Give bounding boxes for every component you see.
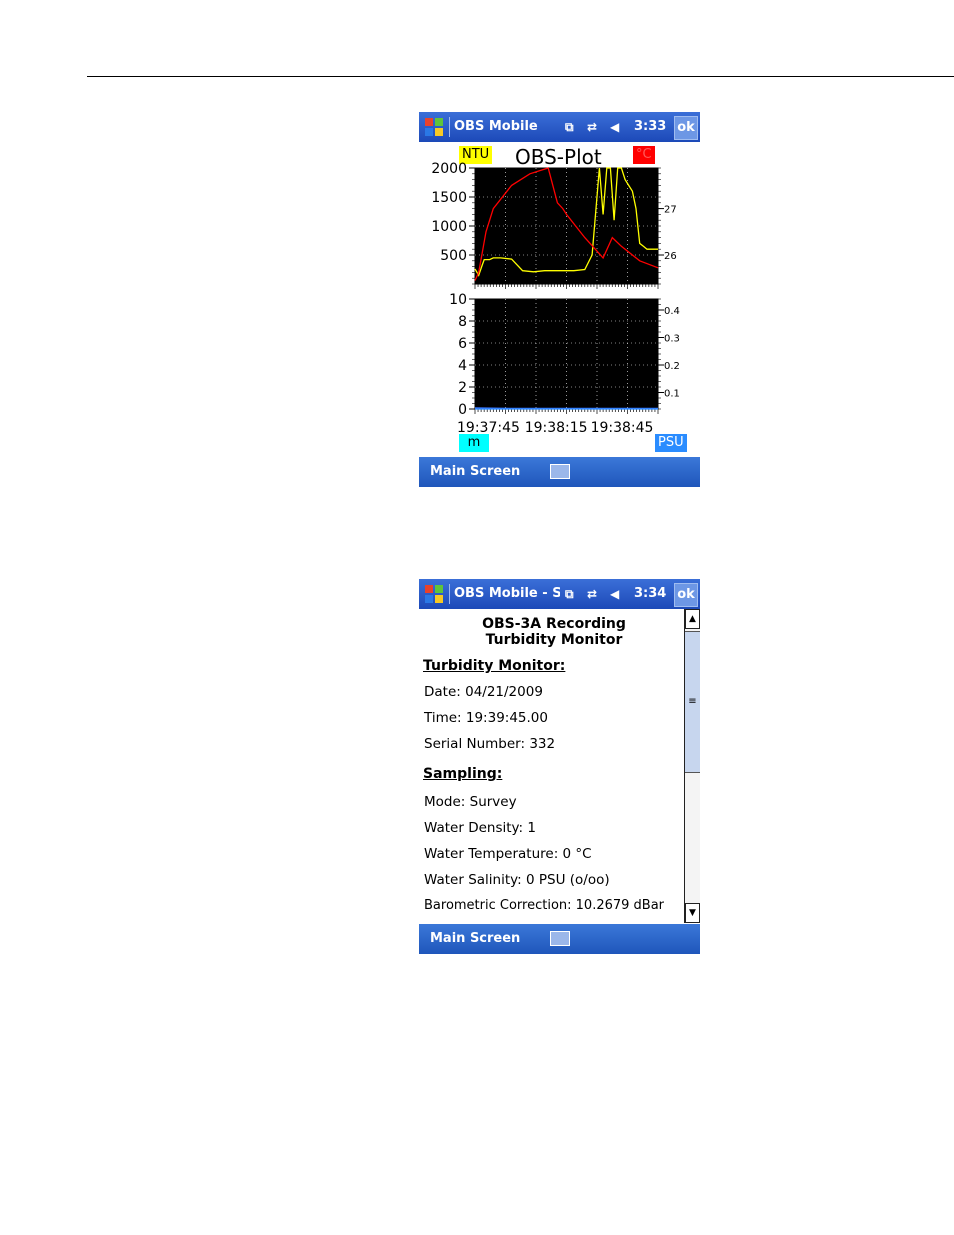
- y-tick-label-left: 6: [458, 336, 467, 352]
- keyboard-icon[interactable]: [550, 931, 570, 946]
- status-separator: [449, 584, 450, 604]
- scroll-down-icon[interactable]: ▼: [685, 903, 700, 923]
- keyboard-icon[interactable]: [550, 464, 570, 479]
- y-tick-label-right: 0.4: [664, 306, 680, 317]
- plot-area-0: [474, 167, 659, 285]
- y-tick-label-left: 2: [458, 380, 467, 396]
- series-m: [474, 407, 658, 410]
- ok-button[interactable]: ok: [674, 116, 698, 140]
- y-tick-label-left: 8: [458, 314, 467, 330]
- scroll-thumb[interactable]: ≡: [685, 631, 700, 773]
- date-line: Date: 04/21/2009: [424, 684, 543, 700]
- barometric-line: Barometric Correction: 10.2679 dBar: [424, 898, 665, 913]
- scrollbar[interactable]: ▲ ≡ ▼: [684, 609, 700, 923]
- time-line: Time: 19:39:45.00: [424, 710, 548, 726]
- ok-button[interactable]: ok: [674, 583, 698, 607]
- y-tick-label-left: 500: [440, 248, 467, 264]
- header-line-1: OBS-3A Recording: [482, 616, 626, 632]
- scroll-up-icon[interactable]: ▲: [685, 609, 700, 629]
- density-line: Water Density: 1: [424, 820, 536, 836]
- section-sampling: Sampling:: [423, 766, 503, 782]
- main-screen-button[interactable]: Main Screen: [430, 464, 520, 479]
- y-tick-label-left: 4: [458, 358, 467, 374]
- salinity-line: Water Salinity: 0 PSU (o/oo): [424, 872, 610, 888]
- y-tick-label-left: 0: [458, 402, 467, 418]
- y-tick-label-left: 2000: [431, 161, 467, 177]
- clipboard-icon[interactable]: ⧉: [565, 120, 574, 135]
- windows-start-icon[interactable]: [422, 582, 446, 606]
- y-tick-label-right: 0.2: [664, 361, 680, 372]
- depth-legend-badge: m: [459, 434, 489, 452]
- serial-line: Serial Number: 332: [424, 736, 556, 752]
- info-content: OBS-3A Recording Turbidity Monitor Turbi…: [419, 609, 683, 922]
- y-tick-label-right: 0.3: [664, 334, 680, 345]
- salinity-legend-badge: PSU: [655, 434, 687, 452]
- y-tick-label-left: 1000: [431, 219, 467, 235]
- menu-bar: Main Screen: [419, 457, 700, 487]
- obs-plot-chart: 2000 1500 1000 500 27 26 10 8 6 4 2 0 0.4 0.3 0.2 0.1 1…: [431, 161, 680, 436]
- clock[interactable]: 3:34: [634, 586, 666, 601]
- mode-line: Mode: Survey: [424, 794, 517, 810]
- section-turbidity-monitor: Turbidity Monitor:: [423, 658, 566, 674]
- y-tick-label-right: 26: [664, 251, 677, 262]
- app-title: OBS Mobile: [454, 119, 538, 134]
- y-tick-label-left: 10: [449, 292, 467, 308]
- connectivity-icon[interactable]: ⇄: [587, 120, 597, 134]
- clock[interactable]: 3:33: [634, 119, 666, 134]
- menu-bar: Main Screen: [419, 924, 700, 954]
- status-separator: [449, 117, 450, 137]
- info-screen: OBS Mobile - Se ⧉ ⇄ ◀ 3:34 ok OBS-3A Rec…: [419, 579, 700, 954]
- connectivity-icon[interactable]: ⇄: [587, 587, 597, 601]
- temperature-line: Water Temperature: 0 °C: [424, 846, 592, 862]
- main-screen-button[interactable]: Main Screen: [430, 931, 520, 946]
- status-bar: OBS Mobile ⧉ ⇄ ◀ 3:33 ok: [419, 112, 700, 142]
- y-tick-label-right: 0.1: [664, 389, 680, 400]
- y-tick-label-left: 1500: [431, 190, 467, 206]
- app-title: OBS Mobile - Se: [454, 586, 560, 601]
- speaker-icon[interactable]: ◀: [610, 587, 619, 601]
- header-line-2: Turbidity Monitor: [485, 632, 623, 648]
- y-tick-label-right: 27: [664, 205, 677, 216]
- clipboard-icon[interactable]: ⧉: [565, 587, 574, 602]
- windows-start-icon[interactable]: [422, 115, 446, 139]
- status-bar: OBS Mobile - Se ⧉ ⇄ ◀ 3:34 ok: [419, 579, 700, 609]
- x-tick-label: 19:38:45: [591, 420, 654, 436]
- x-tick-label: 19:38:15: [525, 420, 588, 436]
- speaker-icon[interactable]: ◀: [610, 120, 619, 134]
- plot-screen: OBS Mobile ⧉ ⇄ ◀ 3:33 ok NTU OBS-Plot °C…: [419, 112, 700, 487]
- page-header-rule: [87, 76, 954, 77]
